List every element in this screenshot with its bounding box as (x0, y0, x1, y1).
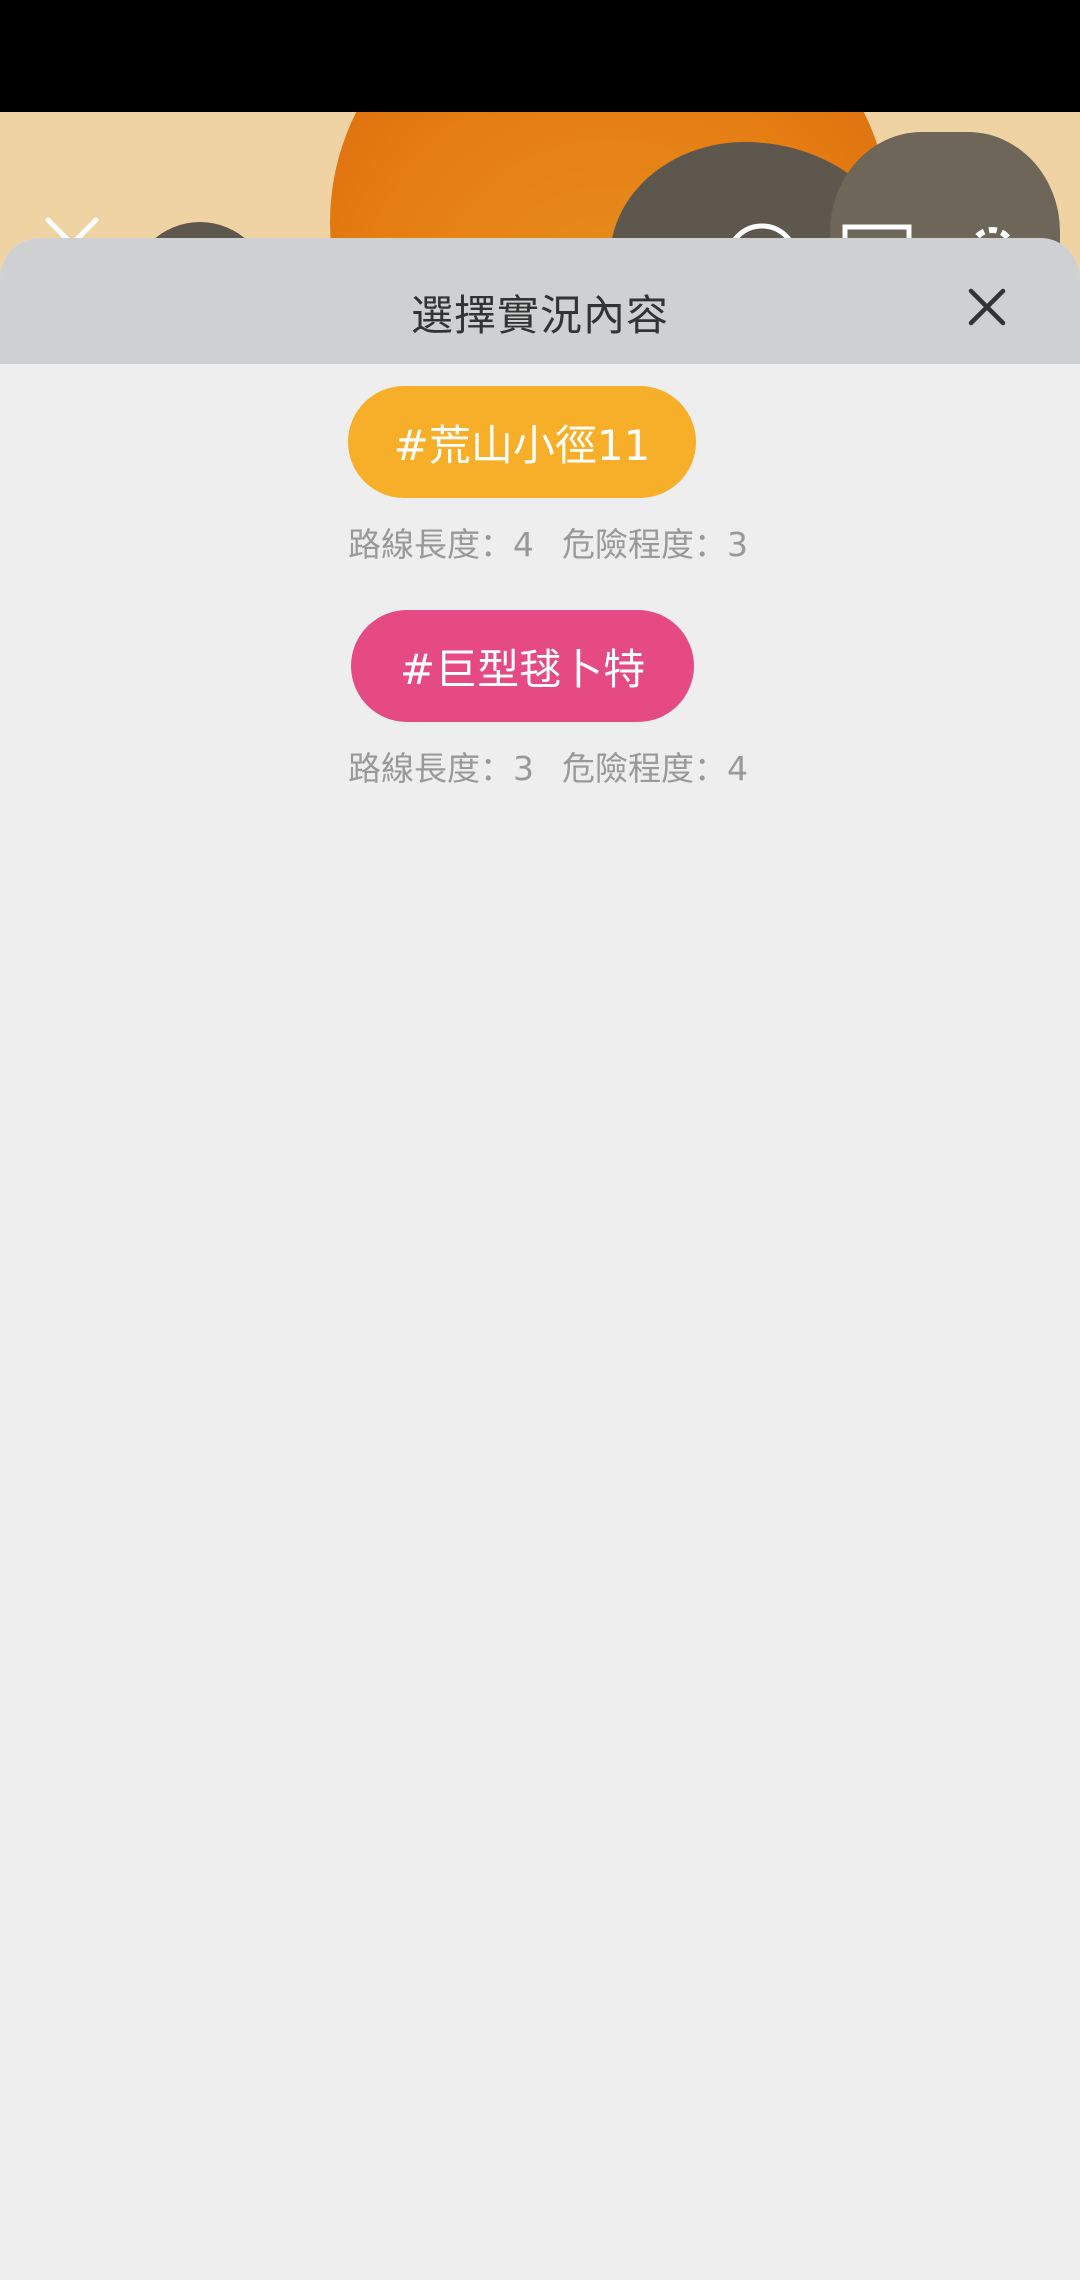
sheet-title: 選擇實況內容 (410, 291, 669, 340)
route-length-label: 路線長度：3 (348, 749, 534, 788)
close-button[interactable] (962, 282, 1012, 332)
route-danger-label: 危險程度：4 (562, 749, 748, 788)
close-icon (968, 288, 1006, 326)
status-bar (0, 0, 1080, 112)
bottom-sheet: 選擇實況內容 #荒山小徑11 路線長度：4 危險程度：3 #巨型毬卜特 路線長度：… (0, 238, 1080, 2280)
route-tag-button[interactable]: #荒山小徑11 (348, 386, 696, 498)
route-meta: 路線長度：3 危險程度：4 (348, 742, 748, 790)
sheet-header: 選擇實況內容 (0, 238, 1080, 364)
route-danger-label: 危險程度：3 (562, 525, 748, 564)
route-meta: 路線長度：4 危險程度：3 (348, 518, 748, 566)
route-tag-button[interactable]: #巨型毬卜特 (351, 610, 694, 722)
route-length-label: 路線長度：4 (348, 525, 534, 564)
